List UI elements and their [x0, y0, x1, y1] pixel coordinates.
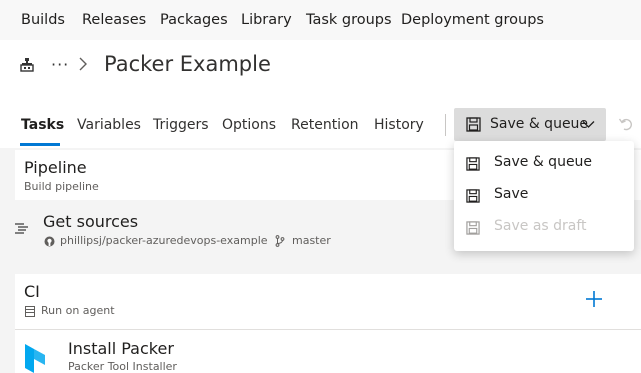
menu-item-label: Save: [494, 186, 529, 202]
tab-history[interactable]: History: [374, 117, 424, 133]
agent-job-subtitle: Run on agent: [41, 304, 115, 317]
chevron-down-icon: [582, 121, 595, 128]
tab-retention[interactable]: Retention: [291, 117, 359, 133]
nav-builds[interactable]: Builds: [21, 12, 65, 28]
nav-library[interactable]: Library: [241, 12, 292, 28]
menu-item-label: Save as draft: [494, 218, 587, 234]
save-queue-button[interactable]: Save & queue: [454, 108, 606, 141]
save-icon: [466, 157, 480, 171]
menu-item-label: Save & queue: [494, 154, 593, 170]
undo-icon[interactable]: [618, 116, 634, 132]
agent-job-title: CI: [24, 282, 40, 301]
save-queue-label: Save & queue: [490, 116, 589, 132]
pipeline-subtitle: Build pipeline: [24, 180, 99, 193]
agent-icon: [25, 306, 35, 317]
branch-icon: [275, 235, 285, 247]
nav-releases[interactable]: Releases: [82, 12, 146, 28]
build-pipeline-icon: [20, 58, 34, 72]
active-tab-indicator: [20, 143, 60, 146]
menu-item-save-queue[interactable]: Save & queue: [454, 148, 634, 180]
tab-variables[interactable]: Variables: [77, 117, 141, 133]
page-header: [0, 40, 641, 100]
breadcrumb-more-icon[interactable]: ···: [51, 55, 69, 74]
packer-icon: [25, 344, 45, 373]
nav-task-groups[interactable]: Task groups: [306, 12, 392, 28]
menu-item-save[interactable]: Save: [454, 180, 634, 212]
nav-deployment-groups[interactable]: Deployment groups: [401, 12, 544, 28]
github-icon: [44, 236, 55, 247]
nav-packages[interactable]: Packages: [160, 12, 228, 28]
save-icon: [466, 221, 480, 235]
menu-item-save-as-draft: Save as draft: [454, 212, 634, 244]
tab-options[interactable]: Options: [222, 117, 276, 133]
agent-job-row[interactable]: [15, 274, 641, 329]
save-icon: [466, 189, 480, 203]
top-nav: Builds Releases Packages Library Task gr…: [0, 0, 641, 40]
tab-triggers[interactable]: Triggers: [153, 117, 209, 133]
chevron-right-icon: [79, 57, 87, 71]
task-subtitle: Packer Tool Installer: [68, 360, 177, 373]
get-sources-title[interactable]: Get sources: [43, 212, 138, 231]
toolbar-divider: [445, 114, 446, 136]
repository-name: phillipsj/packer-azuredevops-example: [60, 234, 268, 247]
add-task-icon[interactable]: [585, 290, 603, 308]
get-sources-icon: [15, 223, 28, 234]
task-title: Install Packer: [68, 339, 174, 358]
tab-tasks[interactable]: Tasks: [21, 117, 64, 133]
page-title: Packer Example: [104, 52, 271, 76]
branch-name: master: [292, 234, 331, 247]
save-dropdown-menu: Save & queue Save Save as draft: [454, 141, 634, 251]
pipeline-title: Pipeline: [24, 158, 87, 177]
save-icon: [466, 117, 481, 132]
